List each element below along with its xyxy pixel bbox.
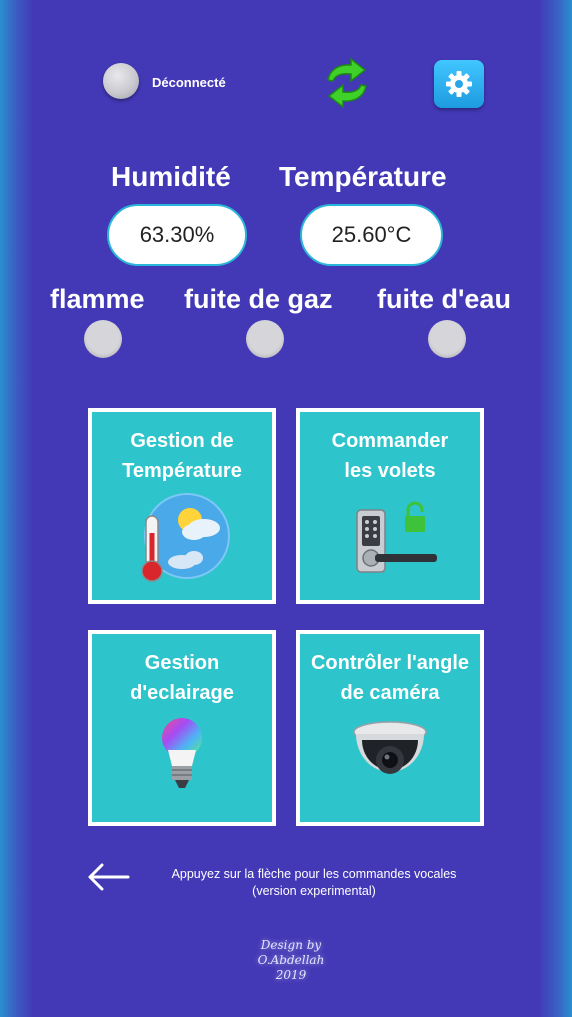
hint-line1: Appuyez sur la flèche pour les commandes… (171, 867, 457, 881)
light-bulb-icon (162, 718, 202, 788)
tile-title-line2: d'eclairage (130, 682, 234, 704)
settings-button[interactable] (434, 60, 484, 108)
signature-line1: Design by (260, 938, 322, 952)
hint-line2: (version experimental) (252, 884, 376, 898)
designer-signature: Design by O.Abdellah 2019 (246, 938, 336, 983)
smart-lock-icon (356, 501, 437, 573)
connection-status-indicator (103, 63, 139, 99)
tile-title-line2: Température (122, 460, 242, 482)
tile-title-line1: Commander (331, 430, 449, 452)
tile-title-line1: Gestion (144, 652, 220, 674)
voice-command-hint: Appuyez sur la flèche pour les commandes… (134, 866, 494, 900)
water-leak-alarm-indicator (428, 320, 466, 358)
refresh-button[interactable] (320, 56, 374, 110)
shutters-control-tile[interactable]: Commander les volets (296, 408, 484, 604)
gas-leak-alarm-label: fuite de gaz (184, 284, 333, 314)
signature-line3: 2019 (275, 968, 307, 982)
tile-title-line2: les volets (344, 460, 436, 482)
gear-icon (446, 71, 472, 97)
humidity-value: 63.30% (107, 204, 247, 266)
refresh-icon (327, 57, 367, 109)
signature-line2: O.Abdellah (257, 953, 325, 967)
camera-angle-control-tile[interactable]: Contrôler l'angle de caméra (296, 630, 484, 826)
connection-status-label: Déconnecté (152, 75, 226, 90)
thermometer-weather-icon (141, 493, 230, 582)
gas-leak-alarm-indicator (246, 320, 284, 358)
temperature-management-tile[interactable]: Gestion de Température (88, 408, 276, 604)
tile-title-line1: Gestion de (130, 430, 234, 452)
temperature-value: 25.60°C (300, 204, 443, 266)
flame-alarm-label: flamme (50, 284, 145, 314)
lighting-management-tile[interactable]: Gestion d'eclairage (88, 630, 276, 826)
tile-title-line1: Contrôler l'angle (310, 652, 470, 674)
flame-alarm-indicator (84, 320, 122, 358)
arrow-left-icon (88, 863, 130, 891)
tile-title-line2: de caméra (340, 682, 440, 704)
dome-camera-icon (353, 721, 427, 774)
temperature-label: Température (279, 161, 447, 192)
water-leak-alarm-label: fuite d'eau (377, 284, 511, 314)
voice-command-arrow-button[interactable] (86, 862, 130, 892)
humidity-label: Humidité (111, 161, 231, 192)
